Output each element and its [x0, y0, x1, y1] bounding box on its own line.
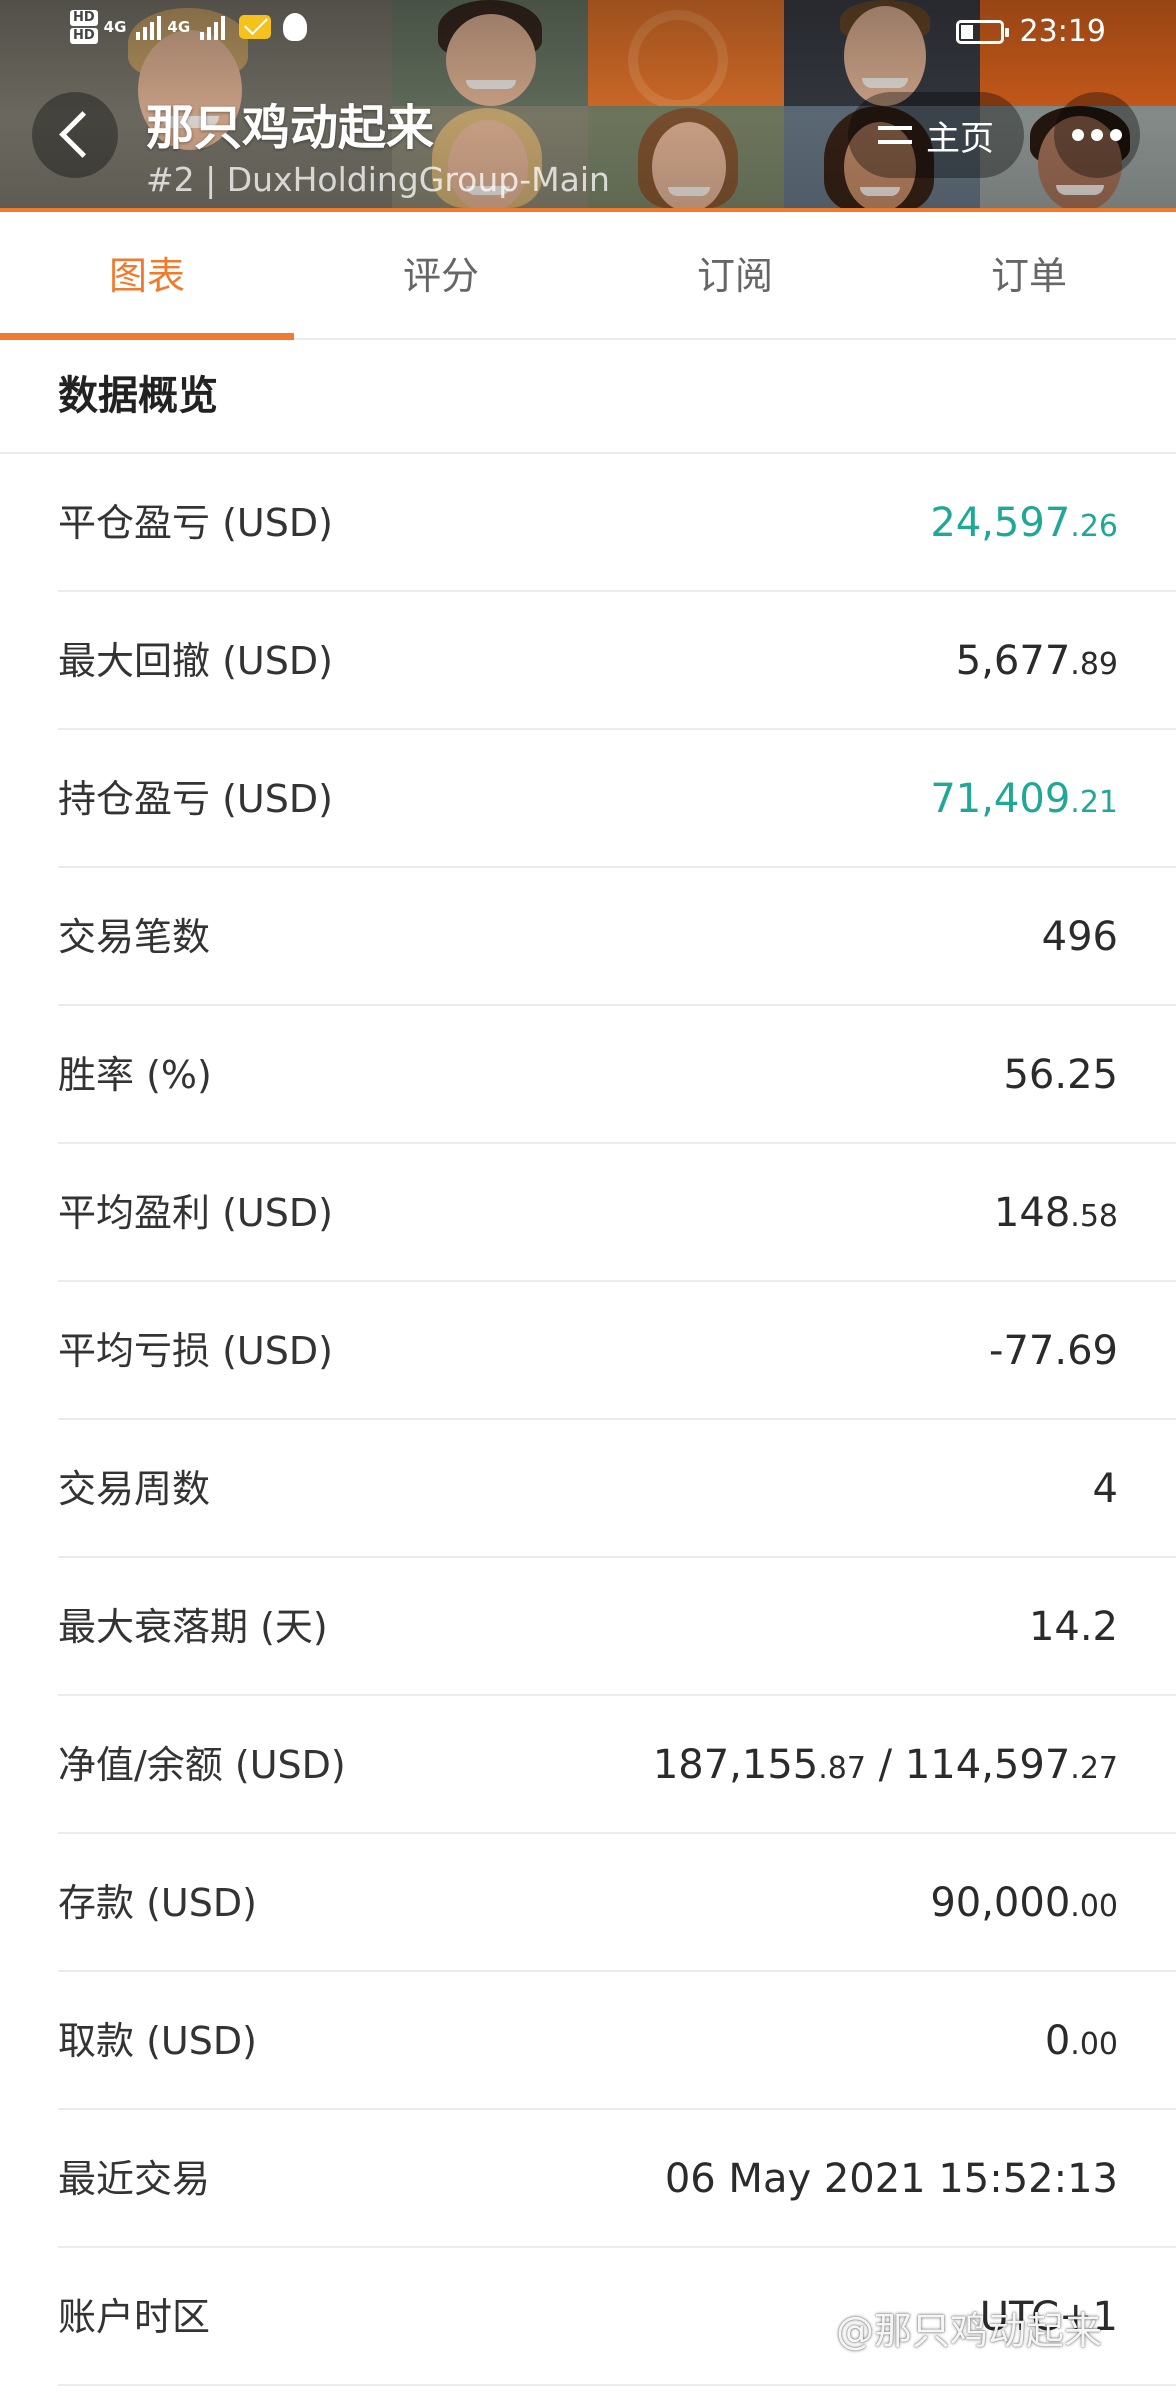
tab-orders[interactable]: 订单: [882, 212, 1176, 338]
stat-value: 90,000.00: [930, 1880, 1118, 1926]
stat-value: 56.25: [1003, 1052, 1118, 1098]
stat-label: 最大衰落期 (天): [58, 1605, 328, 1649]
stat-label: 最近交易: [58, 2157, 211, 2201]
section-title: 数据概览: [58, 373, 218, 419]
tab-bar: 图表 评分 订阅 订单: [0, 212, 1176, 340]
stat-value: 148.58: [993, 1190, 1118, 1236]
stat-row-max-drawdown: 最大回撤 (USD) 5,677.89: [0, 592, 1176, 730]
stat-label: 账户时区: [58, 2295, 211, 2339]
stat-label: 取款 (USD): [58, 2019, 257, 2063]
mail-icon: [239, 15, 272, 39]
signal-type-1: 4G: [103, 18, 127, 36]
tab-subscribe[interactable]: 订阅: [588, 212, 882, 338]
stat-row-win-rate: 胜率 (%) 56.25: [0, 1006, 1176, 1144]
stat-label: 平均盈利 (USD): [58, 1191, 333, 1235]
stat-value: 4: [1092, 1466, 1118, 1512]
watermark: @那只鸡动起来: [836, 2309, 1103, 2353]
stat-row-max-decline-period: 最大衰落期 (天) 14.2: [0, 1558, 1176, 1696]
stat-value: 14.2: [1028, 1604, 1118, 1650]
profile-header: HD HD 4G 4G 23:19 那只鸡动起来 #2 | DuxHolding…: [0, 0, 1176, 212]
stat-label: 最大回撤 (USD): [58, 639, 333, 683]
stat-value: 06 May 2021 15:52:13: [664, 2156, 1118, 2202]
stat-row-withdrawal: 取款 (USD) 0.00: [0, 1972, 1176, 2110]
stat-value: 187,155.87 / 114,597.27: [652, 1742, 1118, 1788]
status-bar: HD HD 4G 4G 23:19: [0, 0, 1176, 70]
battery-icon: [955, 19, 1009, 44]
stat-row-trading-weeks: 交易周数 4: [0, 1420, 1176, 1558]
more-options-button[interactable]: [1054, 92, 1140, 178]
stat-value: 24,597.26: [930, 500, 1118, 546]
stat-row-open-pnl: 持仓盈亏 (USD) 71,409.21: [0, 730, 1176, 868]
stat-row-trade-count: 交易笔数 496: [0, 868, 1176, 1006]
qq-icon: [283, 13, 308, 41]
stat-row-avg-loss: 平均亏损 (USD) -77.69: [0, 1282, 1176, 1420]
stat-row-avg-profit: 平均盈利 (USD) 148.58: [0, 1144, 1176, 1282]
stats-list: 平仓盈亏 (USD) 24,597.26 最大回撤 (USD) 5,677.89…: [0, 454, 1176, 2386]
more-dot-icon: [1072, 129, 1084, 141]
page-title: 那只鸡动起来: [146, 100, 435, 156]
signal-icon: [136, 14, 162, 40]
stat-row-equity-balance: 净值/余额 (USD) 187,155.87 / 114,597.27: [0, 1696, 1176, 1834]
stat-row-deposit: 存款 (USD) 90,000.00: [0, 1834, 1176, 1972]
stat-value: 71,409.21: [930, 776, 1118, 822]
signal-type-2: 4G: [167, 18, 191, 36]
stat-row-closed-pnl: 平仓盈亏 (USD) 24,597.26: [0, 454, 1176, 592]
stat-label: 平均亏损 (USD): [58, 1329, 333, 1373]
tab-chart[interactable]: 图表: [0, 212, 294, 340]
stat-value: 5,677.89: [955, 638, 1118, 684]
swap-icon: [878, 120, 914, 150]
clock: 23:19: [1019, 14, 1106, 49]
more-dot-icon: [1110, 129, 1122, 141]
stat-label: 持仓盈亏 (USD): [58, 777, 333, 821]
home-button[interactable]: 主页: [848, 92, 1024, 178]
stat-value: 496: [1041, 914, 1118, 960]
network-hd-1: HD: [70, 10, 98, 26]
back-button[interactable]: [32, 92, 118, 178]
stat-label: 平仓盈亏 (USD): [58, 501, 333, 545]
stat-label: 胜率 (%): [58, 1053, 212, 1097]
tab-rating[interactable]: 评分: [294, 212, 588, 338]
home-button-label: 主页: [926, 118, 994, 159]
network-hd-2: HD: [70, 28, 98, 44]
signal-icon: [200, 14, 226, 40]
stat-row-last-trade: 最近交易 06 May 2021 15:52:13: [0, 2110, 1176, 2248]
stat-label: 交易周数: [58, 1467, 211, 1511]
account-subtitle: #2 | DuxHoldingGroup-Main: [146, 160, 610, 199]
stat-label: 净值/余额 (USD): [58, 1743, 346, 1787]
more-dot-icon: [1091, 129, 1103, 141]
stat-value: 0.00: [1044, 2018, 1118, 2064]
stat-value: -77.69: [989, 1328, 1118, 1374]
stat-label: 交易笔数: [58, 915, 211, 959]
stat-label: 存款 (USD): [58, 1881, 257, 1925]
